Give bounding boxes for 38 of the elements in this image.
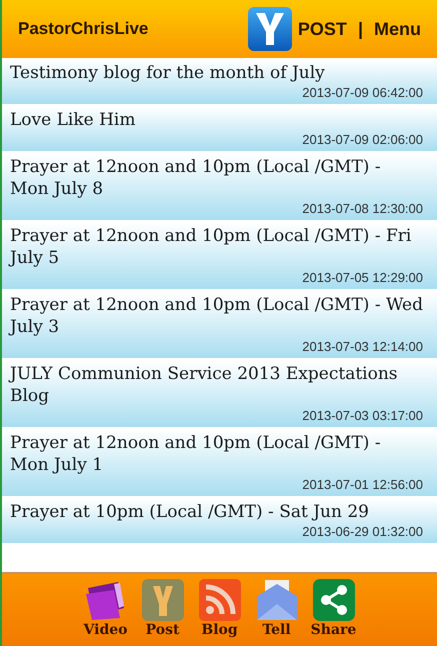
post-date: 2013-07-01 12:56:00: [301, 476, 423, 494]
tab-button[interactable]: Post: [137, 578, 188, 646]
post-date: 2013-07-05 12:29:00: [301, 269, 423, 287]
share-icon: [312, 578, 356, 622]
envelope-icon: [254, 578, 298, 622]
post-title: Prayer at 12noon and 10pm (Local /GMT) - Fri July 5: [10, 225, 412, 269]
post-title: Testimony blog for the month of July: [10, 62, 326, 84]
post-item[interactable]: Prayer at 10pm (Local /GMT) - Sat Jun 29 2013-06-29 01:32:00: [2, 499, 437, 543]
post-item[interactable]: JULY Communion Service 2013 Expectations Blog 2013-07-03 03:17:00: [2, 361, 437, 427]
y-logo-icon: [140, 578, 184, 622]
post-title: Prayer at 12noon and 10pm (Local /GMT) - Mon July 8: [10, 156, 382, 200]
post-date: 2013-07-03 03:17:00: [301, 407, 423, 425]
post-item[interactable]: Testimony blog for the month of July 2013-07-09 06:42:00: [2, 60, 437, 104]
menu-link[interactable]: Menu: [374, 18, 421, 40]
post-title: Prayer at 12noon and 10pm (Local /GMT) - Wed July 3: [10, 294, 423, 338]
post-date: 2013-07-09 02:06:00: [301, 131, 423, 149]
post-item[interactable]: Prayer at 12noon and 10pm (Local /GMT) - Wed July 3 2013-07-03 12:14:00: [2, 292, 437, 358]
post-item[interactable]: Prayer at 12noon and 10pm (Local /GMT) - Mon July 8 2013-07-08 12:30:00: [2, 154, 437, 220]
post-date: 2013-07-08 12:30:00: [301, 200, 423, 218]
post-date: 2013-07-09 06:42:00: [301, 84, 423, 102]
post-title: JULY Communion Service 2013 Expectations Blog: [10, 363, 399, 407]
post-date: 2013-06-29 01:32:00: [301, 523, 423, 541]
tab-button[interactable]: Video: [80, 578, 131, 646]
separator: |: [356, 18, 364, 40]
tab-button[interactable]: Tell: [251, 578, 302, 646]
post-date: 2013-07-03 12:14:00: [301, 338, 423, 356]
rss-icon: [198, 578, 242, 622]
post-item[interactable]: Love Like Him 2013-07-09 02:06:00: [2, 107, 437, 151]
app-title: PastorChrisLive: [18, 19, 150, 39]
post-item[interactable]: Prayer at 12noon and 10pm (Local /GMT) - Mon July 1 2013-07-01 12:56:00: [2, 430, 437, 496]
post-title: Love Like Him: [10, 109, 136, 131]
tab-button[interactable]: Blog: [194, 578, 245, 646]
post-item[interactable]: Prayer at 12noon and 10pm (Local /GMT) - Fri July 5 2013-07-05 12:29:00: [2, 223, 437, 289]
post-title: Prayer at 12noon and 10pm (Local /GMT) - Mon July 1: [10, 432, 382, 476]
y-logo-icon[interactable]: [248, 7, 292, 51]
post-link[interactable]: POST: [298, 18, 347, 40]
post-title: Prayer at 10pm (Local /GMT) - Sat Jun 29: [10, 501, 370, 523]
tab-button[interactable]: Share: [308, 578, 359, 646]
